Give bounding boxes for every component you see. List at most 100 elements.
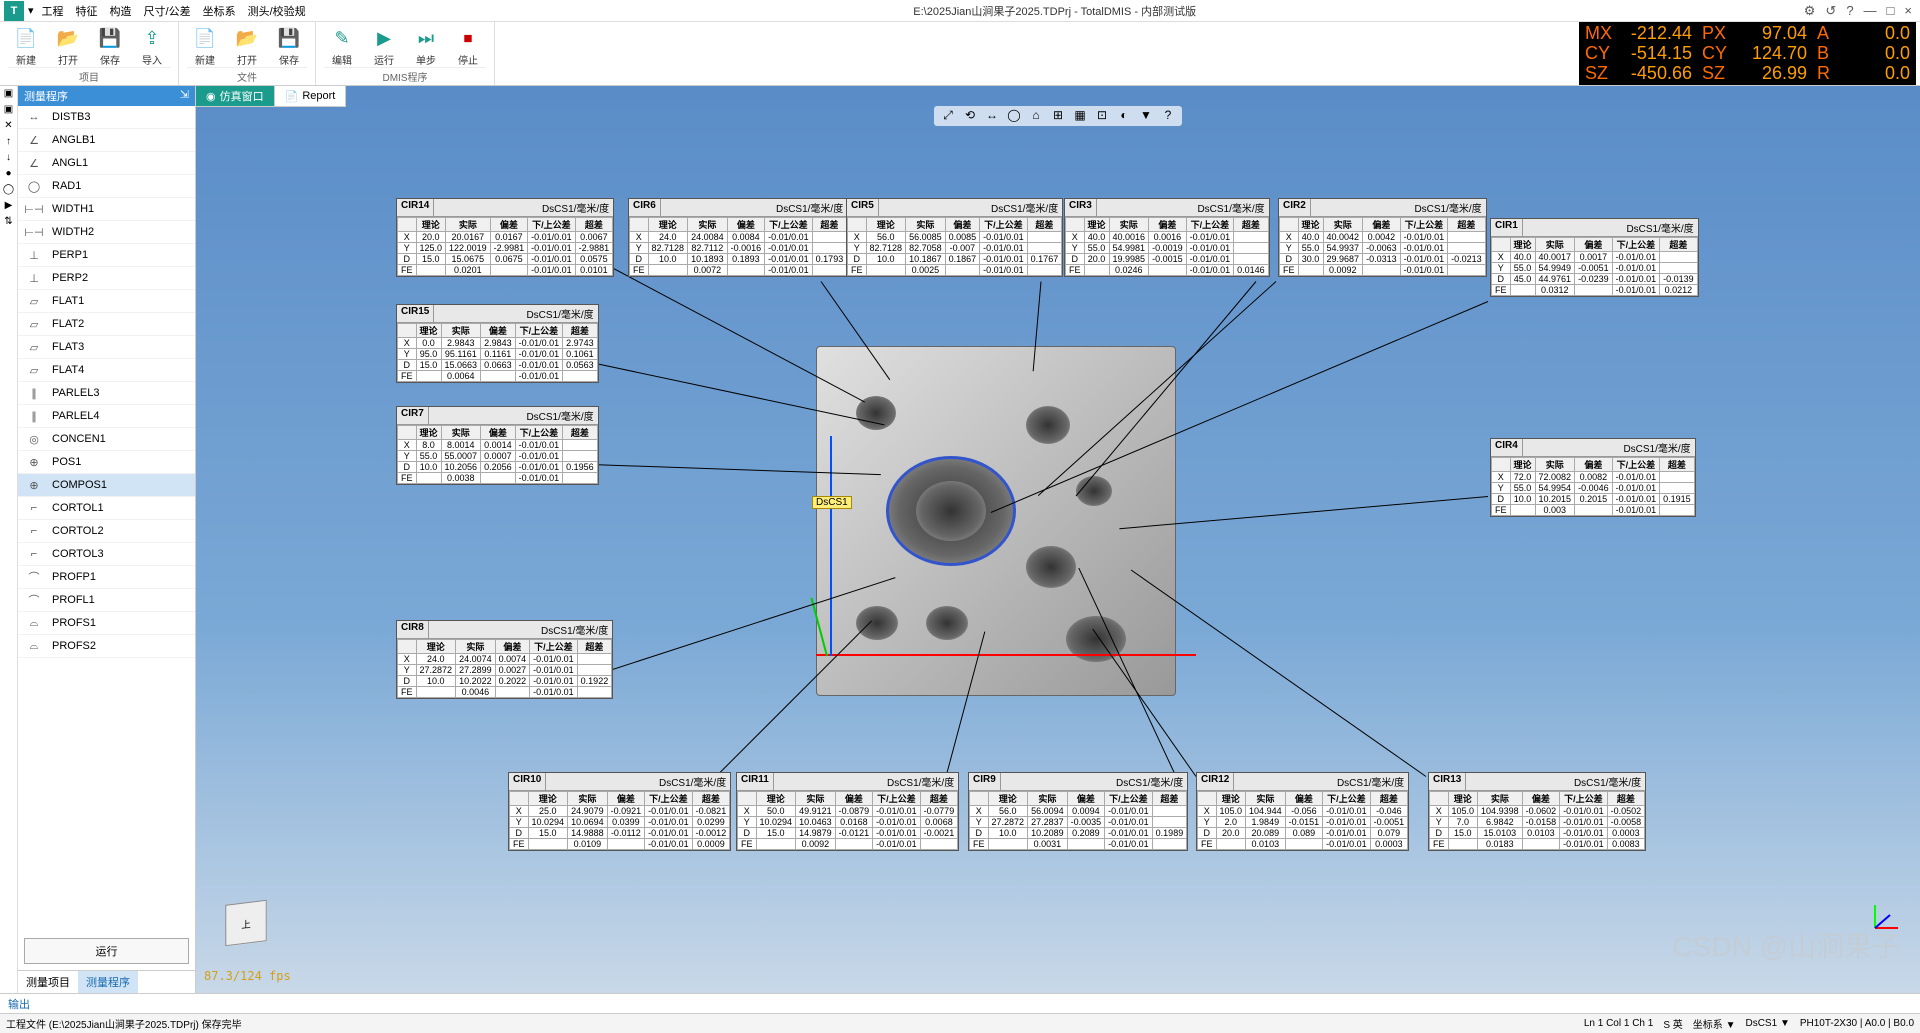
ribbon-导入[interactable]: ⇪导入 [134, 24, 170, 67]
gutter-icon[interactable]: ▣ [3, 104, 15, 116]
gutter-icon[interactable]: ✕ [3, 120, 15, 132]
nav-cube-face[interactable]: 上 [225, 900, 266, 946]
vp-tool-icon[interactable]: ⤢ [940, 108, 956, 124]
callout-CIR3[interactable]: CIR3DsCS1/毫米/度理论实际偏差下/上公差超差X40.040.00160… [1064, 198, 1270, 277]
feature-CORTOL1[interactable]: ⌐CORTOL1 [18, 497, 195, 520]
feature-WIDTH1[interactable]: ⊢⊣WIDTH1 [18, 198, 195, 221]
viewport-3d[interactable]: ◉仿真窗口📄Report ⤢⟲↔◯⌂⊞▦⊡◐▼? DsCS1 CIR14DsCS… [196, 86, 1920, 993]
callout-CIR12[interactable]: CIR12DsCS1/毫米/度理论实际偏差下/上公差超差X105.0104.94… [1196, 772, 1409, 851]
vp-tool-icon[interactable]: ⌂ [1028, 108, 1044, 124]
feature-FLAT3[interactable]: ▱FLAT3 [18, 336, 195, 359]
title-ctrl-icon[interactable]: □ [1887, 3, 1895, 19]
vp-tool-icon[interactable]: ▦ [1072, 108, 1088, 124]
ribbon-新建[interactable]: 📄新建 [187, 24, 223, 67]
vp-tool-icon[interactable]: ⊞ [1050, 108, 1066, 124]
menu-特征[interactable]: 特征 [76, 3, 98, 19]
menu-工程[interactable]: 工程 [42, 3, 64, 19]
callout-CIR2[interactable]: CIR2DsCS1/毫米/度理论实际偏差下/上公差超差X40.040.00420… [1278, 198, 1487, 277]
feature-PERP1[interactable]: ⊥PERP1 [18, 244, 195, 267]
gutter-icon[interactable]: ◯ [3, 184, 15, 196]
gutter-icon[interactable]: ▶ [3, 200, 15, 212]
vp-tool-icon[interactable]: ⊡ [1094, 108, 1110, 124]
tab-icon: ◉ [206, 90, 216, 103]
gutter-icon[interactable]: ↑ [3, 136, 15, 148]
ribbon-新建[interactable]: 📄新建 [8, 24, 44, 67]
callout-CIR9[interactable]: CIR9DsCS1/毫米/度理论实际偏差下/上公差超差X56.056.00940… [968, 772, 1188, 851]
triad-icon [1870, 903, 1900, 933]
callout-CIR7[interactable]: CIR7DsCS1/毫米/度理论实际偏差下/上公差超差X8.08.00140.0… [396, 406, 599, 485]
feature-FLAT2[interactable]: ▱FLAT2 [18, 313, 195, 336]
feature-PROFP1[interactable]: ⌒PROFP1 [18, 566, 195, 589]
ribbon-单步[interactable]: ⏭单步 [408, 24, 444, 67]
vp-tool-icon[interactable]: ? [1160, 108, 1176, 124]
title-ctrl-icon[interactable]: × [1904, 3, 1912, 19]
panel-pin-icon[interactable]: ⇲ [180, 88, 189, 104]
vp-tool-icon[interactable]: ◐ [1116, 108, 1132, 124]
callout-CIR6[interactable]: CIR6DsCS1/毫米/度理论实际偏差下/上公差超差X24.024.00840… [628, 198, 848, 277]
callout-CIR13[interactable]: CIR13DsCS1/毫米/度理论实际偏差下/上公差超差X105.0104.93… [1428, 772, 1646, 851]
title-ctrl-icon[interactable]: ⚙ [1804, 3, 1816, 19]
status-item[interactable]: PH10T-2X30 | A0.0 | B0.0 [1800, 1018, 1914, 1029]
ribbon-保存[interactable]: 💾保存 [271, 24, 307, 67]
feature-ANGLB1[interactable]: ∠ANGLB1 [18, 129, 195, 152]
vp-tool-icon[interactable]: ▼ [1138, 108, 1154, 124]
feature-FLAT1[interactable]: ▱FLAT1 [18, 290, 195, 313]
feat-tab-测量项目[interactable]: 测量项目 [18, 971, 78, 993]
callout-CIR14[interactable]: CIR14DsCS1/毫米/度理论实际偏差下/上公差超差X20.020.0167… [396, 198, 614, 277]
feature-FLAT4[interactable]: ▱FLAT4 [18, 359, 195, 382]
callout-CIR8[interactable]: CIR8DsCS1/毫米/度理论实际偏差下/上公差超差X24.024.00740… [396, 620, 613, 699]
title-ctrl-icon[interactable]: ↺ [1825, 3, 1836, 19]
menu-构造[interactable]: 构造 [110, 3, 132, 19]
status-item[interactable]: DsCS1 ▼ [1745, 1018, 1789, 1029]
status-item[interactable]: Ln 1 Col 1 Ch 1 [1584, 1018, 1654, 1029]
ribbon-运行[interactable]: ▶运行 [366, 24, 402, 67]
feature-PERP2[interactable]: ⊥PERP2 [18, 267, 195, 290]
feature-PROFL1[interactable]: ⌒PROFL1 [18, 589, 195, 612]
feature-WIDTH2[interactable]: ⊢⊣WIDTH2 [18, 221, 195, 244]
ribbon-停止[interactable]: ⏹停止 [450, 24, 486, 67]
feature-ANGL1[interactable]: ∠ANGL1 [18, 152, 195, 175]
feat-tab-测量程序[interactable]: 测量程序 [78, 971, 138, 993]
feature-PROFS1[interactable]: ⌓PROFS1 [18, 612, 195, 635]
feature-CONCEN1[interactable]: ◎CONCEN1 [18, 428, 195, 451]
title-ctrl-icon[interactable]: — [1864, 3, 1877, 19]
title-ctrl-icon[interactable]: ? [1846, 3, 1853, 19]
nav-cube[interactable]: 上 [206, 883, 286, 963]
vp-tool-icon[interactable]: ◯ [1006, 108, 1022, 124]
callout-CIR15[interactable]: CIR15DsCS1/毫米/度理论实际偏差下/上公差超差X0.02.98432.… [396, 304, 599, 383]
output-tab[interactable]: 输出 [0, 993, 1920, 1013]
feature-POS1[interactable]: ⊕POS1 [18, 451, 195, 474]
ribbon-编辑[interactable]: ✎编辑 [324, 24, 360, 67]
gutter-icon[interactable]: ⇅ [3, 216, 15, 228]
feature-DISTB3[interactable]: ↔DISTB3 [18, 106, 195, 129]
callout-CIR1[interactable]: CIR1DsCS1/毫米/度理论实际偏差下/上公差超差X40.040.00170… [1490, 218, 1699, 297]
callout-CIR5[interactable]: CIR5DsCS1/毫米/度理论实际偏差下/上公差超差X56.056.00850… [846, 198, 1063, 277]
menu-测头/校验规[interactable]: 测头/校验规 [248, 3, 306, 19]
feature-PROFS2[interactable]: ⌓PROFS2 [18, 635, 195, 658]
vp-tool-icon[interactable]: ⟲ [962, 108, 978, 124]
gutter-icon[interactable]: ▣ [3, 88, 15, 100]
callout-CIR11[interactable]: CIR11DsCS1/毫米/度理论实际偏差下/上公差超差X50.049.9121… [736, 772, 959, 851]
callout-CIR4[interactable]: CIR4DsCS1/毫米/度理论实际偏差下/上公差超差X72.072.00820… [1490, 438, 1696, 517]
feature-COMPOS1[interactable]: ⊕COMPOS1 [18, 474, 195, 497]
menu-尺寸/公差[interactable]: 尺寸/公差 [144, 3, 191, 19]
callout-CIR10[interactable]: CIR10DsCS1/毫米/度理论实际偏差下/上公差超差X25.024.9079… [508, 772, 731, 851]
feature-RAD1[interactable]: ◯RAD1 [18, 175, 195, 198]
ribbon-打开[interactable]: 📂打开 [50, 24, 86, 67]
feature-CORTOL3[interactable]: ⌐CORTOL3 [18, 543, 195, 566]
feature-icon: ↔ [24, 109, 44, 125]
feature-CORTOL2[interactable]: ⌐CORTOL2 [18, 520, 195, 543]
ribbon-保存[interactable]: 💾保存 [92, 24, 128, 67]
ribbon-打开[interactable]: 📂打开 [229, 24, 265, 67]
vp-tab-仿真窗口[interactable]: ◉仿真窗口 [196, 86, 275, 106]
vp-tab-Report[interactable]: 📄Report [275, 86, 347, 106]
feature-PARLEL3[interactable]: ∥PARLEL3 [18, 382, 195, 405]
gutter-icon[interactable]: ● [3, 168, 15, 180]
gutter-icon[interactable]: ↓ [3, 152, 15, 164]
feature-PARLEL4[interactable]: ∥PARLEL4 [18, 405, 195, 428]
vp-tool-icon[interactable]: ↔ [984, 108, 1000, 124]
status-item[interactable]: S 英 [1663, 1016, 1682, 1031]
run-button[interactable]: 运行 [24, 938, 189, 964]
menu-坐标系[interactable]: 坐标系 [203, 3, 236, 19]
status-item[interactable]: 坐标系 ▼ [1693, 1016, 1736, 1031]
